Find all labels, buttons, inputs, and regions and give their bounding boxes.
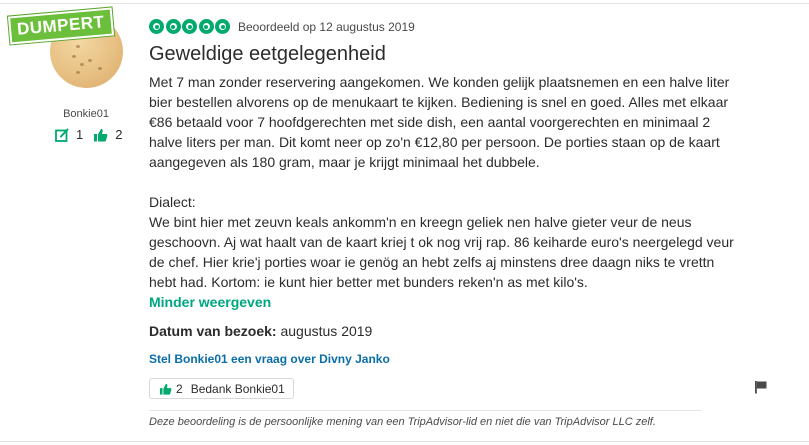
visit-date: Datum van bezoek: augustus 2019 [149,323,372,339]
pencil-square-icon [55,128,69,142]
thumbs-up-icon [159,383,172,395]
disclaimer-divider [149,410,701,411]
rating-bubbles [149,19,232,34]
rating-bubble-icon [198,19,214,34]
contribution-count-value: 1 [76,127,84,142]
disclaimer-text: Deze beoordeling is de persoonlijke meni… [149,416,656,428]
reviewer-stats: 1 2 [55,127,132,142]
review-paragraph: Met 7 man zonder reservering aangekomen.… [149,74,730,170]
show-less-link[interactable]: Minder weergeven [149,294,271,310]
helpful-votes: 2 [93,127,122,142]
contribution-count: 1 [55,127,83,142]
rating-bubble-icon [182,19,197,34]
thank-button[interactable]: 2 Bedank Bonkie01 [149,378,294,399]
top-divider [0,3,809,4]
rating-bubble-icon [165,19,181,34]
visit-date-value: augustus 2019 [280,323,373,339]
thank-label: Bedank Bonkie01 [190,381,285,396]
thumbs-up-icon [94,128,108,141]
rating-bubble-icon [149,19,164,34]
reviewed-date: Beoordeeld op 12 augustus 2019 [238,20,415,34]
visit-date-label: Datum van bezoek: [149,323,277,339]
helpful-votes-value: 2 [115,127,123,142]
flag-icon[interactable] [754,380,768,394]
review-paragraph: We bint hier met zeuvn keals ankomm'n en… [149,214,734,290]
bottom-divider [0,441,809,442]
rating-bubble-icon [215,19,230,34]
review-body: Met 7 man zonder reservering aangekomen.… [149,72,739,292]
reviewer-username[interactable]: Bonkie01 [40,108,132,120]
review-paragraph: Dialect: [149,194,196,210]
review-title[interactable]: Geweldige eetgelegenheid [149,43,386,66]
thanks-count: 2 [176,381,183,396]
ask-question-link[interactable]: Stel Bonkie01 een vraag over Divny Janko [149,352,390,366]
